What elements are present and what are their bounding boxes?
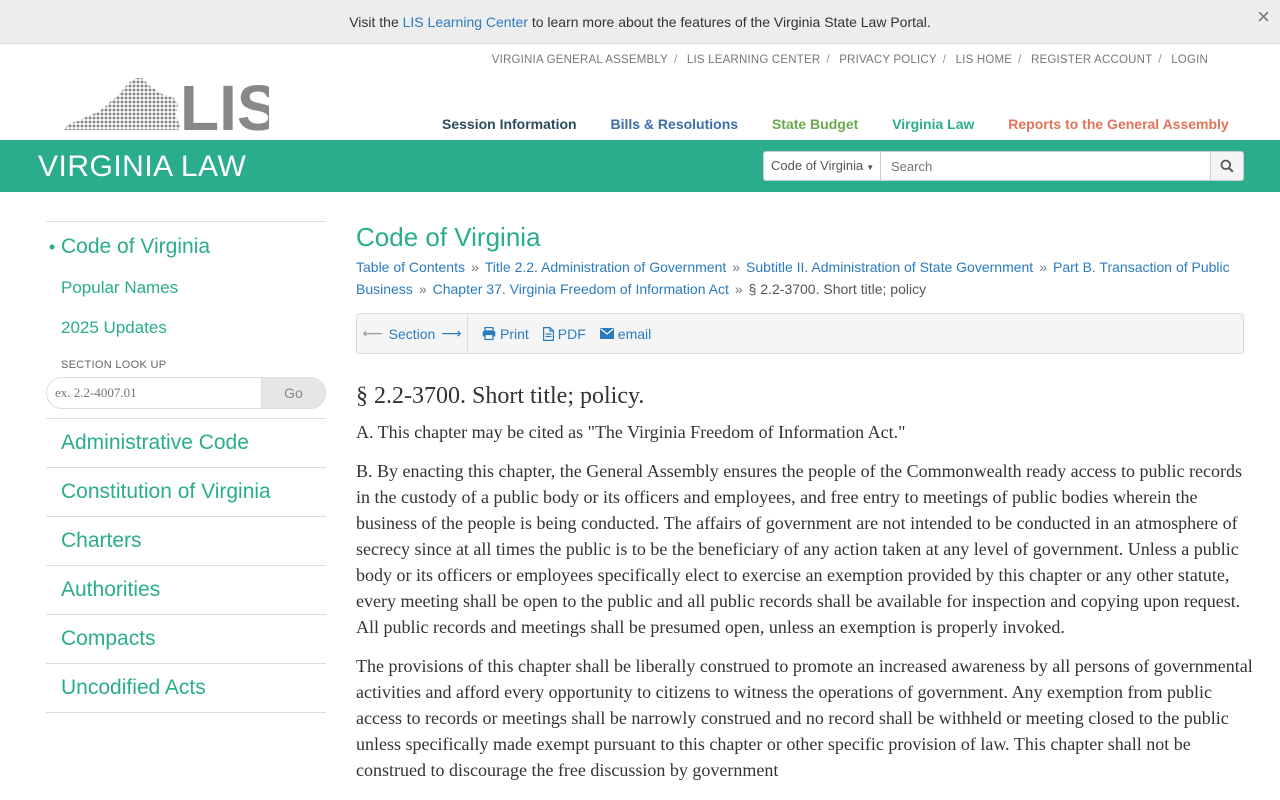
breadcrumb-separator: » — [418, 281, 427, 297]
app-header-bar: VIRGINIA LAW Code of Virginia ▼ — [0, 140, 1280, 192]
section-lookup-label: SECTION LOOK UP — [61, 359, 167, 371]
section-paragraph-a: A. This chapter may be cited as "The Vir… — [356, 422, 906, 442]
separator: / — [942, 54, 947, 66]
sidebar-item-code-of-virginia[interactable]: • Code of Virginia — [46, 232, 326, 272]
main-content: Code of Virginia Table of Contents » Title… — [356, 218, 1256, 783]
search-scope-label: Code of Virginia — [771, 158, 864, 173]
banner-prefix: Visit the — [349, 14, 399, 30]
sidebar-item-uncodified-acts: Uncodified Acts — [46, 664, 326, 713]
search-bar: Code of Virginia ▼ — [763, 151, 1244, 181]
sidebar-item-administrative-code: Administrative Code — [46, 419, 326, 468]
print-button[interactable]: Print — [482, 326, 529, 342]
breadcrumb-separator: » — [734, 281, 743, 297]
announcement-banner: Visit the LIS Learning Center to learn m… — [0, 0, 1280, 44]
print-label: Print — [500, 325, 529, 342]
sidebar-primary: • Code of Virginia Popular Names 2025 Upd… — [46, 221, 326, 352]
sidebar-item-constitution: Constitution of Virginia — [46, 468, 326, 517]
pdf-label: PDF — [557, 325, 586, 342]
breadcrumb-separator: » — [1039, 259, 1047, 275]
email-label: email — [617, 325, 652, 342]
utility-link-register-account[interactable]: REGISTER ACCOUNT — [1031, 54, 1152, 66]
sidebar: • Code of Virginia Popular Names 2025 Upd… — [46, 221, 326, 713]
app-title[interactable]: VIRGINIA LAW — [38, 150, 246, 184]
utility-link-privacy-policy[interactable]: PRIVACY POLICY — [839, 54, 937, 66]
sidebar-link-compacts[interactable]: Compacts — [46, 627, 156, 651]
sidebar-link-uncodified-acts[interactable]: Uncodified Acts — [46, 676, 206, 700]
section-lookup: Go — [46, 377, 326, 409]
search-icon — [1220, 159, 1234, 173]
sidebar-link-charters[interactable]: Charters — [46, 529, 142, 553]
section-navigation: ⟵ Section ⟶ — [357, 314, 468, 353]
sidebar-link-administrative-code[interactable]: Administrative Code — [46, 431, 249, 455]
utility-link-lis-home[interactable]: LIS HOME — [956, 54, 1013, 66]
active-bullet-icon: • — [49, 237, 56, 257]
breadcrumb: Table of Contents » Title 2.2. Administrat… — [356, 256, 1256, 300]
breadcrumb-table-of-contents[interactable]: Table of Contents — [356, 259, 465, 275]
breadcrumb-separator: » — [470, 259, 479, 275]
sidebar-item-charters: Charters — [46, 517, 326, 566]
search-input[interactable] — [881, 151, 1211, 181]
sidebar-item-compacts: Compacts — [46, 615, 326, 664]
breadcrumb-chapter[interactable]: Chapter 37. Virginia Freedom of Informat… — [433, 281, 729, 297]
section-lookup-input[interactable] — [46, 377, 261, 409]
section-toolbar: ⟵ Section ⟶ Print PDF email — [356, 313, 1244, 354]
sidebar-item-2025-updates[interactable]: 2025 Updates — [46, 312, 326, 352]
virginia-map-logo-icon: LIS — [64, 72, 280, 144]
section-paragraph-b: B. By enacting this chapter, the General… — [356, 461, 1243, 637]
sidebar-item-popular-names[interactable]: Popular Names — [46, 272, 326, 312]
email-button[interactable]: email — [599, 325, 652, 342]
pdf-button[interactable]: PDF — [542, 325, 586, 342]
banner-learning-center-link[interactable]: LIS Learning Center — [403, 14, 528, 30]
previous-section-arrow-icon[interactable]: ⟵ — [363, 325, 383, 342]
breadcrumb-subtitle[interactable]: Subtitle II. Administration of State Gov… — [746, 259, 1033, 275]
sidebar-item-authorities: Authorities — [46, 566, 326, 615]
breadcrumb-title[interactable]: Title 2.2. Administration of Government — [485, 259, 726, 275]
separator: / — [1158, 54, 1162, 66]
nav-session-information[interactable]: Session Information — [442, 116, 577, 132]
banner-close-icon[interactable]: × — [1257, 0, 1270, 34]
separator: / — [1018, 54, 1022, 66]
print-icon — [482, 327, 496, 340]
logo-text: LIS — [180, 76, 269, 132]
next-section-arrow-icon[interactable]: ⟶ — [441, 325, 461, 342]
sidebar-item-label: Code of Virginia — [61, 235, 211, 258]
nav-state-budget[interactable]: State Budget — [772, 116, 858, 132]
breadcrumb-separator: » — [732, 259, 741, 275]
section-title: § 2.2-3700. Short title; policy. — [356, 383, 645, 409]
search-button[interactable] — [1211, 151, 1244, 181]
banner-suffix: to learn more about the features of the … — [531, 14, 931, 30]
nav-reports[interactable]: Reports to the General Assembly — [1008, 116, 1228, 132]
separator: / — [674, 54, 678, 66]
search-scope-dropdown[interactable]: Code of Virginia ▼ — [763, 151, 881, 181]
section-lookup-go-button[interactable]: Go — [261, 377, 326, 409]
lis-logo[interactable]: LIS — [64, 72, 280, 144]
main-nav: Session Information Bills & Resolutions … — [442, 116, 1259, 132]
caret-down-icon: ▼ — [866, 163, 875, 172]
separator: / — [826, 54, 830, 66]
nav-bills-resolutions[interactable]: Bills & Resolutions — [610, 116, 738, 132]
utility-link-login[interactable]: LOGIN — [1171, 54, 1208, 66]
page-title: Code of Virginia — [356, 222, 541, 252]
pdf-file-icon — [542, 326, 554, 341]
sidebar-link-constitution[interactable]: Constitution of Virginia — [46, 480, 271, 504]
utility-link-general-assembly[interactable]: VIRGINIA GENERAL ASSEMBLY — [492, 54, 668, 66]
envelope-icon — [599, 328, 614, 339]
utility-nav: VIRGINIA GENERAL ASSEMBLY / LIS LEARNING … — [492, 54, 1208, 66]
section-paragraph-construction: The provisions of this chapter shall be … — [356, 656, 1253, 780]
breadcrumb-current: § 2.2-3700. Short title; policy — [748, 281, 927, 297]
utility-link-learning-center[interactable]: LIS LEARNING CENTER — [687, 54, 821, 66]
nav-virginia-law[interactable]: Virginia Law — [892, 116, 974, 132]
section-nav-label: Section — [388, 325, 436, 342]
sidebar-link-authorities[interactable]: Authorities — [46, 578, 160, 602]
